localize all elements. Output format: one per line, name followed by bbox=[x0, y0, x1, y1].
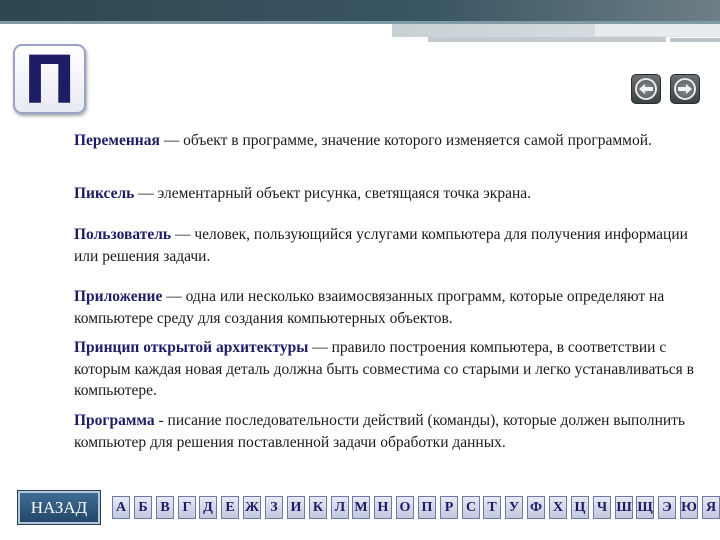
next-button[interactable] bbox=[670, 74, 700, 104]
arrow-right-icon bbox=[674, 78, 696, 100]
glossary-term[interactable]: Принцип открытой архитектуры bbox=[74, 339, 308, 356]
alphabet-letter-button[interactable]: Р bbox=[440, 496, 458, 519]
alphabet-letter-button[interactable]: Ш bbox=[615, 496, 633, 519]
section-letter: П bbox=[23, 42, 76, 119]
alphabet-letter-button[interactable]: Х bbox=[549, 496, 567, 519]
alphabet-letter-button[interactable]: Ю bbox=[680, 496, 698, 519]
decor-strip bbox=[670, 38, 720, 42]
alphabet-letter-button[interactable]: Ч bbox=[593, 496, 611, 519]
alphabet-letter-button[interactable]: Н bbox=[374, 496, 392, 519]
glossary-entry: Приложение — одна или несколько взаимосв… bbox=[74, 286, 694, 329]
alphabet-letter-button[interactable]: Я bbox=[702, 496, 720, 519]
prev-button[interactable] bbox=[631, 74, 661, 104]
glossary-definition: — элементарный объект рисунка, светящаяс… bbox=[134, 185, 532, 202]
alphabet-letter-button[interactable]: Д bbox=[199, 496, 217, 519]
arrow-left-icon bbox=[635, 78, 657, 100]
glossary-entry: Принцип открытой архитектуры — правило п… bbox=[74, 337, 694, 402]
glossary-definition: - писание последовательности действий (к… bbox=[74, 412, 685, 451]
glossary-entry: Пиксель — элементарный объект рисунка, с… bbox=[74, 183, 694, 205]
alphabet-letter-button[interactable]: П bbox=[418, 496, 436, 519]
alphabet-letter-button[interactable]: Л bbox=[331, 496, 349, 519]
glossary-entry: Переменная — объект в программе, значени… bbox=[74, 130, 694, 152]
glossary-entry: Пользователь — человек, пользующийся усл… bbox=[74, 224, 694, 267]
top-bar bbox=[0, 0, 720, 24]
alphabet-letter-button[interactable]: З bbox=[265, 496, 283, 519]
alphabet-letter-button[interactable]: В bbox=[156, 496, 174, 519]
glossary-term[interactable]: Приложение bbox=[74, 288, 162, 305]
alphabet-letter-button[interactable]: И bbox=[287, 496, 305, 519]
alphabet-letter-button[interactable]: Б bbox=[134, 496, 152, 519]
alphabet-letter-button[interactable]: М bbox=[352, 496, 370, 519]
alphabet-letter-button[interactable]: Щ bbox=[636, 496, 654, 519]
alphabet-letter-button[interactable]: Ф bbox=[527, 496, 545, 519]
alphabet-letter-button[interactable]: А bbox=[112, 496, 130, 519]
glossary-entry: Программа - писание последовательности д… bbox=[74, 410, 694, 453]
section-letter-tile: П bbox=[13, 44, 86, 114]
glossary-term[interactable]: Пиксель bbox=[74, 185, 134, 202]
alphabet-letter-button[interactable]: Т bbox=[483, 496, 501, 519]
alphabet-letter-button[interactable]: Ц bbox=[571, 496, 589, 519]
alphabet-letter-button[interactable]: К bbox=[309, 496, 327, 519]
glossary-definition: — объект в программе, значение которого … bbox=[159, 132, 652, 149]
alphabet-letter-button[interactable]: Э bbox=[658, 496, 676, 519]
glossary-term[interactable]: Переменная bbox=[74, 132, 160, 149]
glossary-term[interactable]: Пользователь bbox=[74, 226, 171, 243]
alphabet-letter-button[interactable]: Г bbox=[178, 496, 196, 519]
decor-strip bbox=[595, 24, 720, 36]
glossary-definition: — одна или несколько взаимосвязанных про… bbox=[74, 288, 665, 327]
alphabet-letter-button[interactable]: С bbox=[462, 496, 480, 519]
alphabet-letter-button[interactable]: О bbox=[396, 496, 414, 519]
alphabet-letter-button[interactable]: У bbox=[505, 496, 523, 519]
alphabet-letter-button[interactable]: Ж bbox=[243, 496, 261, 519]
back-button[interactable]: НАЗАД bbox=[17, 490, 101, 525]
alphabet-letter-button[interactable]: Е bbox=[221, 496, 239, 519]
glossary-term[interactable]: Программа bbox=[74, 412, 155, 429]
decor-strip bbox=[428, 37, 666, 42]
